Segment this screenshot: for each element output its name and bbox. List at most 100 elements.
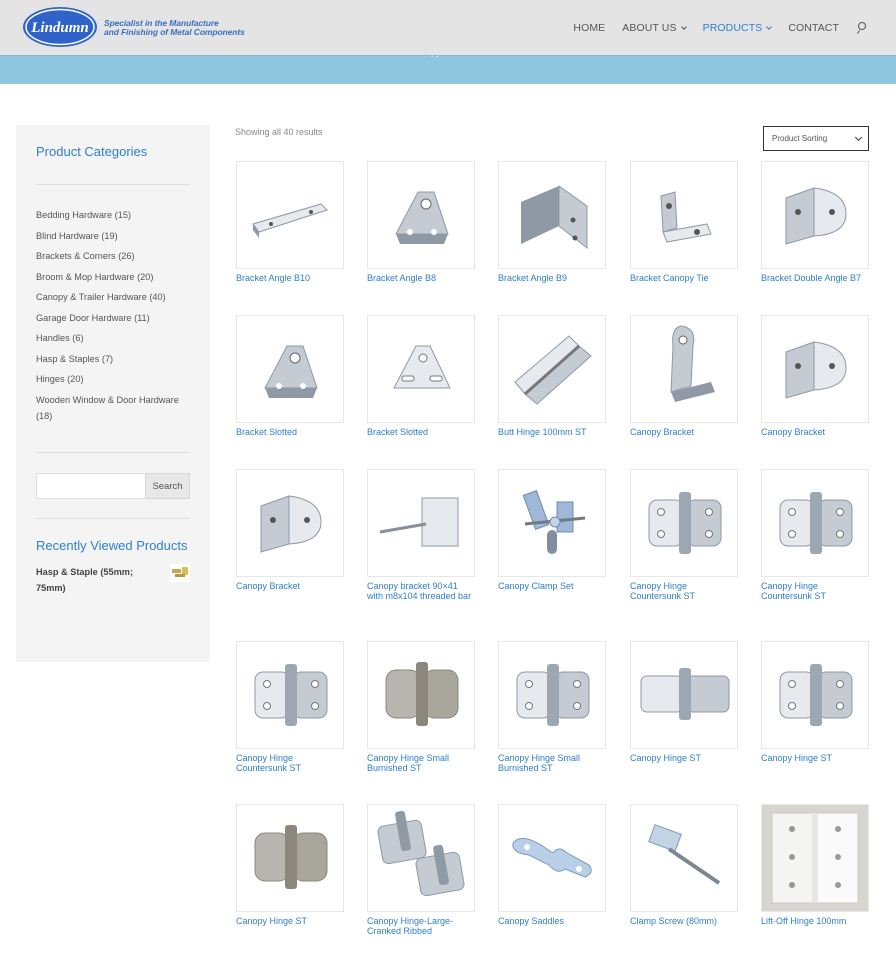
nav-products[interactable]: PRODUCTS xyxy=(703,22,773,34)
product-name-link[interactable]: Canopy Hinge ST xyxy=(761,753,869,764)
product-card[interactable]: Canopy Bracket xyxy=(236,469,344,592)
category-item[interactable]: Brackets & Corners (26) xyxy=(36,248,196,264)
category-item[interactable]: Wooden Window & Door Hardware (18) xyxy=(36,392,196,424)
product-image[interactable] xyxy=(630,469,738,577)
product-image[interactable] xyxy=(367,315,475,423)
product-card[interactable]: Bracket Double Angle B7 xyxy=(761,161,869,284)
product-name-link[interactable]: Canopy Hinge Countersunk ST xyxy=(761,581,869,601)
product-name-link[interactable]: Canopy Hinge ST xyxy=(236,916,344,927)
product-image[interactable] xyxy=(367,161,475,269)
lindumn-logo[interactable]: Lindumn xyxy=(22,6,98,48)
product-name-link[interactable]: Bracket Angle B10 xyxy=(236,273,344,284)
product-name-link[interactable]: Canopy Hinge Countersunk ST xyxy=(630,581,738,601)
product-image[interactable] xyxy=(498,469,606,577)
category-item[interactable]: Handles (6) xyxy=(36,330,196,346)
product-image[interactable] xyxy=(367,641,475,749)
product-card[interactable]: Bracket Slotted xyxy=(367,315,475,438)
product-card[interactable]: Canopy Hinge ST xyxy=(630,641,738,764)
nav-home[interactable]: HOME xyxy=(573,22,605,34)
product-image[interactable] xyxy=(236,804,344,912)
recent-product-link[interactable]: Hasp & Staple (55mm; 75mm) xyxy=(36,564,146,596)
product-name-link[interactable]: Bracket Angle B9 xyxy=(498,273,606,284)
product-image[interactable] xyxy=(761,469,869,577)
product-image[interactable] xyxy=(761,161,869,269)
product-name-link[interactable]: Canopy Hinge Small Burnished ST xyxy=(367,753,475,773)
product-image[interactable] xyxy=(498,315,606,423)
sidebar-search-input[interactable] xyxy=(36,473,146,499)
product-image[interactable] xyxy=(367,804,475,912)
product-card[interactable]: Canopy Hinge ST xyxy=(761,641,869,764)
category-item[interactable]: Broom & Mop Hardware (20) xyxy=(36,269,196,285)
clamp-set-icon xyxy=(522,490,586,554)
main-nav: HOME ABOUT US PRODUCTS CONTACT xyxy=(556,21,896,35)
product-card[interactable]: Canopy Bracket xyxy=(630,315,738,438)
nav-contact[interactable]: CONTACT xyxy=(788,22,839,34)
product-card[interactable]: Bracket Angle B9 xyxy=(498,161,606,284)
product-card[interactable]: Bracket Angle B8 xyxy=(367,161,475,284)
product-card[interactable]: Canopy bracket 90×41 with m8x104 threade… xyxy=(367,469,475,601)
product-image[interactable] xyxy=(630,804,738,912)
product-name-link[interactable]: Bracket Slotted xyxy=(367,427,475,438)
product-image[interactable] xyxy=(630,641,738,749)
product-image[interactable] xyxy=(761,641,869,749)
product-name-link[interactable]: Bracket Double Angle B7 xyxy=(761,273,869,284)
product-card[interactable]: Canopy Hinge Small Burnished ST xyxy=(498,641,606,773)
product-card[interactable]: Bracket Angle B10 xyxy=(236,161,344,284)
product-name-link[interactable]: Canopy Saddles xyxy=(498,916,606,927)
product-card[interactable]: Canopy Hinge Countersunk ST xyxy=(236,641,344,773)
product-image[interactable] xyxy=(236,469,344,577)
product-name-link[interactable]: Canopy Hinge-Large-Cranked Ribbed xyxy=(367,916,475,936)
category-item[interactable]: Blind Hardware (19) xyxy=(36,228,196,244)
product-name-link[interactable]: Lift-Off Hinge 100mm xyxy=(761,916,869,927)
product-card[interactable]: Canopy Clamp Set xyxy=(498,469,606,592)
product-name-link[interactable]: Canopy Bracket xyxy=(761,427,869,438)
product-name-link[interactable]: Canopy Clamp Set xyxy=(498,581,606,592)
product-image[interactable] xyxy=(236,161,344,269)
product-sorting-select[interactable]: Product Sorting xyxy=(763,126,869,151)
product-image[interactable] xyxy=(236,315,344,423)
product-image[interactable] xyxy=(498,161,606,269)
product-card[interactable]: Canopy Hinge ST xyxy=(236,804,344,927)
product-image[interactable] xyxy=(367,469,475,577)
product-card[interactable]: Bracket Slotted xyxy=(236,315,344,438)
product-image[interactable] xyxy=(236,641,344,749)
saddle-icon xyxy=(512,838,592,878)
product-image[interactable] xyxy=(630,315,738,423)
product-name-link[interactable]: Canopy bracket 90×41 with m8x104 threade… xyxy=(367,581,475,601)
product-name-link[interactable]: Bracket Angle B8 xyxy=(367,273,475,284)
product-image[interactable] xyxy=(630,161,738,269)
product-card[interactable]: Canopy Saddles xyxy=(498,804,606,927)
product-name-link[interactable]: Canopy Hinge Countersunk ST xyxy=(236,753,344,773)
product-card[interactable]: Lift-Off Hinge 100mm xyxy=(761,804,869,927)
product-card[interactable]: Canopy Hinge-Large-Cranked Ribbed xyxy=(367,804,475,936)
category-item[interactable]: Hinges (20) xyxy=(36,371,196,387)
recent-product-thumbnail[interactable] xyxy=(170,564,190,582)
category-item[interactable]: Bedding Hardware (15) xyxy=(36,207,196,223)
product-card[interactable]: Canopy Hinge Countersunk ST xyxy=(761,469,869,601)
product-card[interactable]: Canopy Hinge Small Burnished ST xyxy=(367,641,475,773)
product-card[interactable]: Bracket Canopy Tie xyxy=(630,161,738,284)
product-name-link[interactable]: Butt Hinge 100mm ST xyxy=(498,427,606,438)
search-icon[interactable] xyxy=(856,21,868,35)
product-image[interactable] xyxy=(498,641,606,749)
product-image[interactable] xyxy=(761,804,869,912)
sidebar-search-button[interactable]: Search xyxy=(145,473,190,499)
category-item[interactable]: Hasp & Staples (7) xyxy=(36,351,196,367)
category-item[interactable]: Garage Door Hardware (11) xyxy=(36,310,196,326)
product-card[interactable]: Canopy Hinge Countersunk ST xyxy=(630,469,738,601)
product-name-link[interactable]: Canopy Hinge Small Burnished ST xyxy=(498,753,606,773)
category-item[interactable]: Canopy & Trailer Hardware (40) xyxy=(36,289,196,305)
product-name-link[interactable]: Bracket Slotted xyxy=(236,427,344,438)
product-name-link[interactable]: Canopy Bracket xyxy=(630,427,738,438)
product-name-link[interactable]: Canopy Bracket xyxy=(236,581,344,592)
product-card[interactable]: Canopy Bracket xyxy=(761,315,869,438)
product-image[interactable] xyxy=(761,315,869,423)
product-card[interactable]: Butt Hinge 100mm ST xyxy=(498,315,606,438)
product-name-link[interactable]: Bracket Canopy Tie xyxy=(630,273,738,284)
product-name-link[interactable]: Clamp Screw (80mm) xyxy=(630,916,738,927)
product-card[interactable]: Clamp Screw (80mm) xyxy=(630,804,738,927)
product-name-link[interactable]: Canopy Hinge ST xyxy=(630,753,738,764)
lift-off-hinge-icon xyxy=(762,805,868,911)
nav-about-us[interactable]: ABOUT US xyxy=(622,22,687,34)
product-image[interactable] xyxy=(498,804,606,912)
